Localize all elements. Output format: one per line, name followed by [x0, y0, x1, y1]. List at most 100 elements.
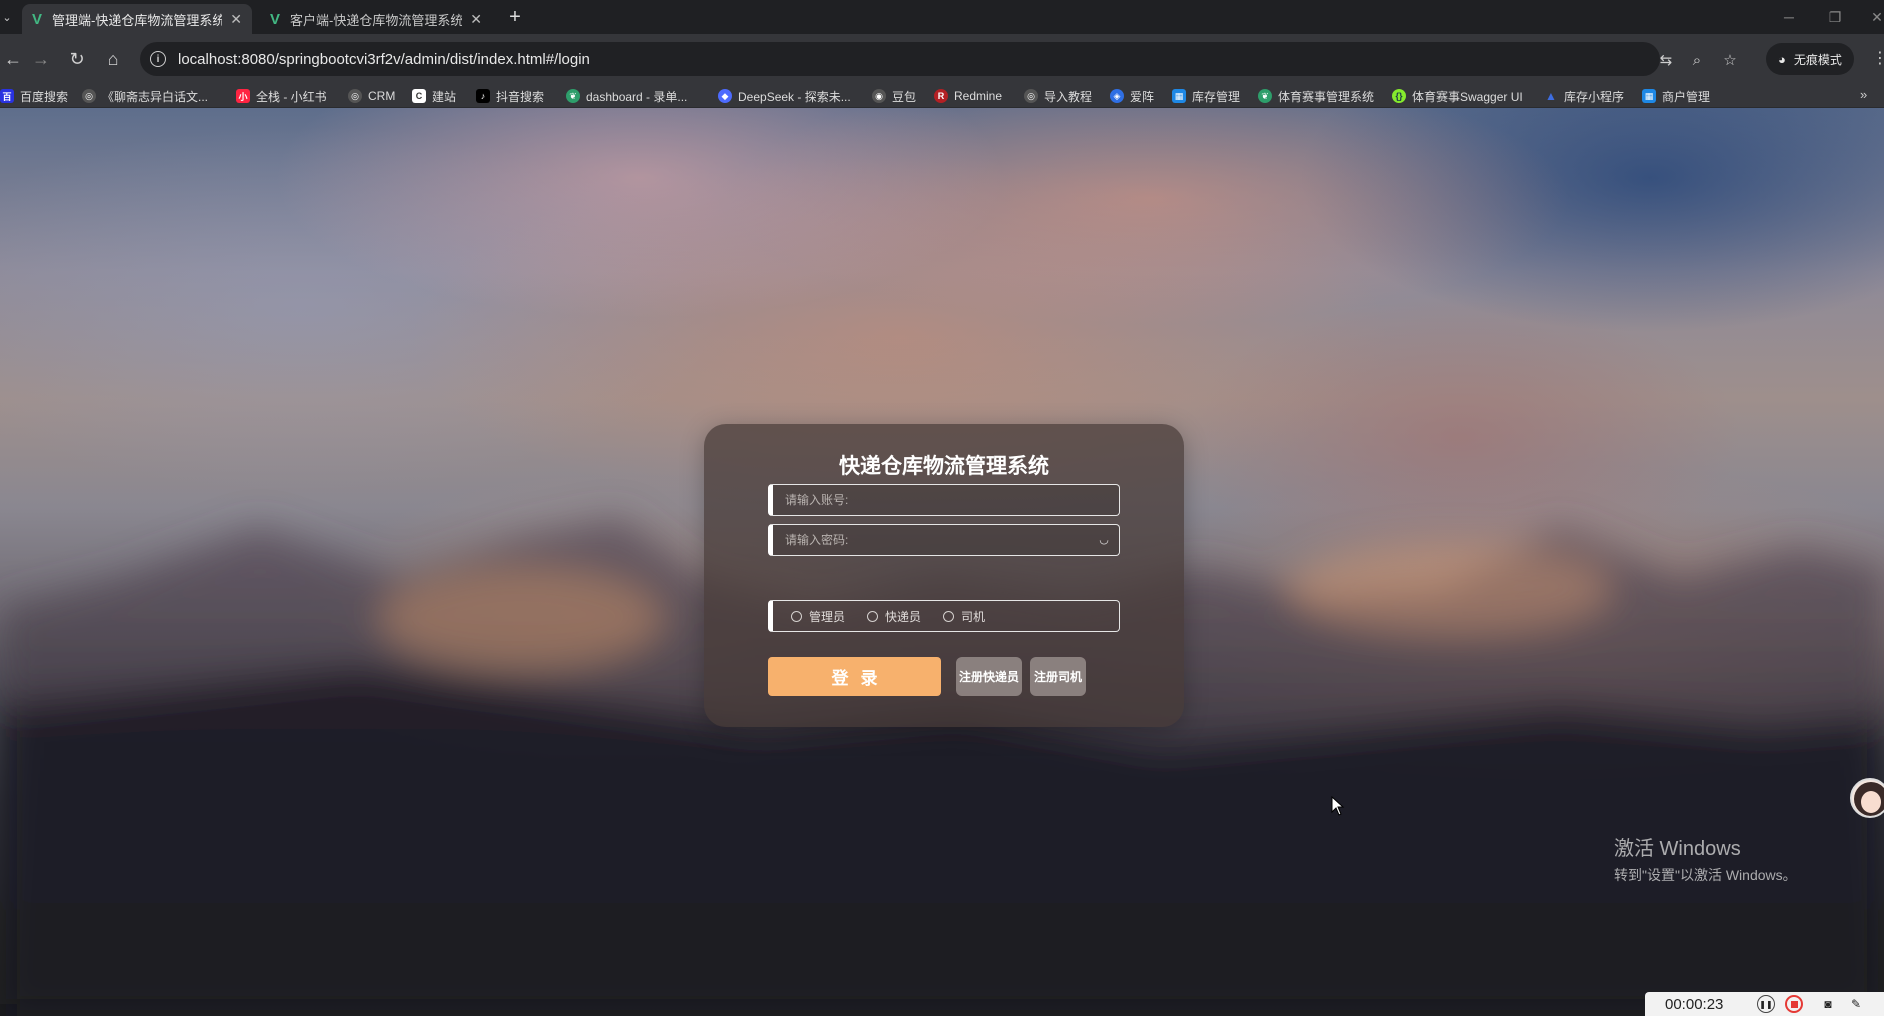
bookmark-label: DeepSeek - 探索未... [738, 89, 851, 104]
bookmark-label: 《聊斋志异白话文... [102, 89, 209, 104]
tab-admin[interactable]: V 管理端-快递仓库物流管理系统 ✕ [22, 4, 252, 34]
screen-recorder-bar: 00:00:23 ❚❚ ◙ ✎ [1645, 992, 1884, 1016]
url-text: localhost:8080/springbootcvi3rf2v/admin/… [178, 50, 590, 68]
reload-button[interactable]: ↻ [64, 46, 90, 72]
deepseek-icon: ◆ [718, 89, 732, 103]
swagger-icon: {} [1392, 89, 1406, 103]
password-field: ◡ [768, 524, 1120, 556]
pen-icon[interactable]: ✎ [1847, 995, 1865, 1013]
bookmark-label: 百度搜索 [20, 89, 69, 104]
tab-client[interactable]: V 客户端-快递仓库物流管理系统 ✕ [260, 4, 492, 34]
forward-button[interactable]: → [28, 46, 54, 72]
eye-closed-icon[interactable]: ◡ [1097, 532, 1111, 546]
watermark-subtitle: 转到"设置"以激活 Windows。 [1614, 867, 1797, 883]
incognito-icon: ◕ [1778, 51, 1786, 67]
bookmark-item[interactable]: ◎ 导入教程 [1024, 87, 1092, 105]
grid-icon: ▦ [1172, 89, 1186, 103]
close-icon[interactable]: ✕ [230, 11, 242, 28]
bookmark-item[interactable]: ▦ 商户管理 [1642, 87, 1710, 105]
register-driver-button[interactable]: 注册司机 [1030, 657, 1086, 696]
bookmark-label: 体育赛事Swagger UI [1412, 89, 1523, 104]
browser-toolbar: ← → ↻ ⌂ i localhost:8080/springbootcvi3r… [0, 34, 1884, 84]
address-bar[interactable]: i localhost:8080/springbootcvi3rf2v/admi… [140, 42, 1737, 76]
bookmark-item[interactable]: ▦ 库存管理 [1172, 87, 1240, 105]
windows-activation-watermark: 激活 Windows 转到"设置"以激活 Windows。 [1614, 832, 1797, 885]
bookmark-star-icon[interactable]: ☆ [1720, 50, 1740, 70]
bookmark-item[interactable]: ❦ 体育赛事管理系统 [1258, 87, 1374, 105]
bookmark-label: dashboard - 录单... [586, 89, 688, 104]
bookmark-item[interactable]: ❦ dashboard - 录单... [566, 87, 687, 105]
leaf-icon: ❦ [1258, 89, 1272, 103]
tab-search-button[interactable]: ⌄ [0, 6, 14, 28]
account-input[interactable] [773, 485, 1119, 515]
bookmark-label: 体育赛事管理系统 [1278, 89, 1375, 104]
bookmark-item[interactable]: R Redmine [934, 87, 1002, 105]
password-input[interactable] [773, 525, 1119, 555]
stop-record-icon[interactable] [1785, 995, 1803, 1013]
bookmark-item[interactable]: ◉ 豆包 [872, 87, 916, 105]
tab-strip: ⌄ V 管理端-快递仓库物流管理系统 ✕ V 客户端-快递仓库物流管理系统 ✕ … [0, 0, 1884, 34]
incognito-label: 无痕模式 [1793, 52, 1842, 67]
triangle-icon: ▲ [1545, 89, 1557, 103]
bookmark-item[interactable]: C 建站 [412, 87, 456, 105]
login-button[interactable]: 登录 [768, 657, 941, 696]
bookmark-label: 建站 [432, 89, 457, 104]
bookmark-label: Redmine [954, 89, 1003, 103]
role-radio-admin[interactable]: 管理员 [791, 608, 845, 625]
avatar-face [1861, 791, 1881, 813]
doubao-icon: ◉ [872, 89, 886, 103]
site-icon: C [412, 89, 426, 103]
bookmark-item[interactable]: ◈ 爱阵 [1110, 87, 1154, 105]
role-radio-courier[interactable]: 快递员 [867, 608, 921, 625]
radio-label: 快递员 [885, 609, 922, 624]
shield-icon: ◈ [1110, 89, 1124, 103]
restore-button[interactable]: ❐ [1820, 6, 1850, 28]
login-page: 快递仓库物流管理系统 ◡ 管理员 快递员 司机 登录 注册快递员 注册司机 [0, 108, 1884, 1016]
redmine-icon: R [934, 89, 948, 103]
bookmark-label: 商户管理 [1662, 89, 1711, 104]
login-title: 快递仓库物流管理系统 [839, 455, 1049, 478]
baidu-icon: 百 [0, 89, 14, 103]
bookmark-item[interactable]: {} 体育赛事Swagger UI [1392, 87, 1523, 105]
site-info-icon[interactable]: i [150, 51, 166, 67]
window-close-button[interactable]: ✕ [1862, 6, 1884, 28]
close-icon[interactable]: ✕ [470, 11, 482, 28]
translate-icon[interactable]: ⇆ [1656, 50, 1676, 70]
bookmark-label: 导入教程 [1044, 89, 1093, 104]
bookmark-label: 爱阵 [1130, 89, 1155, 104]
back-button[interactable]: ← [0, 46, 26, 72]
vue-logo-icon: V [270, 10, 281, 28]
browser-menu-button[interactable]: ⋮ [1872, 48, 1884, 70]
login-card: 快递仓库物流管理系统 ◡ 管理员 快递员 司机 登录 注册快递员 注册司机 [704, 424, 1184, 727]
radio-circle-icon [943, 610, 955, 622]
bookmark-item[interactable]: ♪ 抖音搜索 [476, 87, 544, 105]
globe-icon: ◎ [1024, 89, 1038, 103]
bookmark-label: 库存管理 [1192, 89, 1241, 104]
bookmarks-bar: 百 百度搜索 ◎ 《聊斋志异白话文... 小 全栈 - 小红书 ◎ CRM C … [0, 84, 1884, 108]
incognito-indicator[interactable]: ◕ 无痕模式 [1766, 43, 1854, 75]
register-courier-button[interactable]: 注册快递员 [956, 657, 1022, 696]
new-tab-button[interactable]: + [503, 5, 527, 29]
role-radio-driver[interactable]: 司机 [943, 608, 985, 625]
home-button[interactable]: ⌂ [100, 46, 126, 72]
bookmark-item[interactable]: 百 百度搜索 [0, 87, 68, 105]
bookmark-item[interactable]: ◎ 《聊斋志异白话文... [82, 87, 208, 105]
mouse-cursor-icon [1331, 796, 1345, 816]
watermark-title: 激活 Windows [1614, 838, 1741, 860]
tab-title: 客户端-快递仓库物流管理系统 [290, 12, 463, 28]
bookmarks-overflow-button[interactable]: » [1860, 87, 1867, 102]
minimize-button[interactable]: ─ [1774, 6, 1804, 28]
radio-circle-icon [867, 610, 879, 622]
bookmark-item[interactable]: ◎ CRM [348, 87, 395, 105]
bookmark-item[interactable]: ◆ DeepSeek - 探索未... [718, 87, 851, 105]
bookmark-item[interactable]: ▲ 库存小程序 [1544, 87, 1624, 105]
camera-icon[interactable]: ◙ [1819, 995, 1837, 1013]
recorder-timer: 00:00:23 [1665, 995, 1724, 1013]
pause-icon[interactable]: ❚❚ [1757, 995, 1775, 1013]
radio-label: 司机 [961, 609, 986, 624]
zoom-icon[interactable]: ⌕ [1687, 50, 1707, 70]
bookmark-label: 全栈 - 小红书 [256, 89, 327, 104]
bookmark-item[interactable]: 小 全栈 - 小红书 [236, 87, 327, 105]
assistant-avatar[interactable] [1850, 778, 1884, 818]
vue-logo-icon: V [32, 10, 43, 28]
